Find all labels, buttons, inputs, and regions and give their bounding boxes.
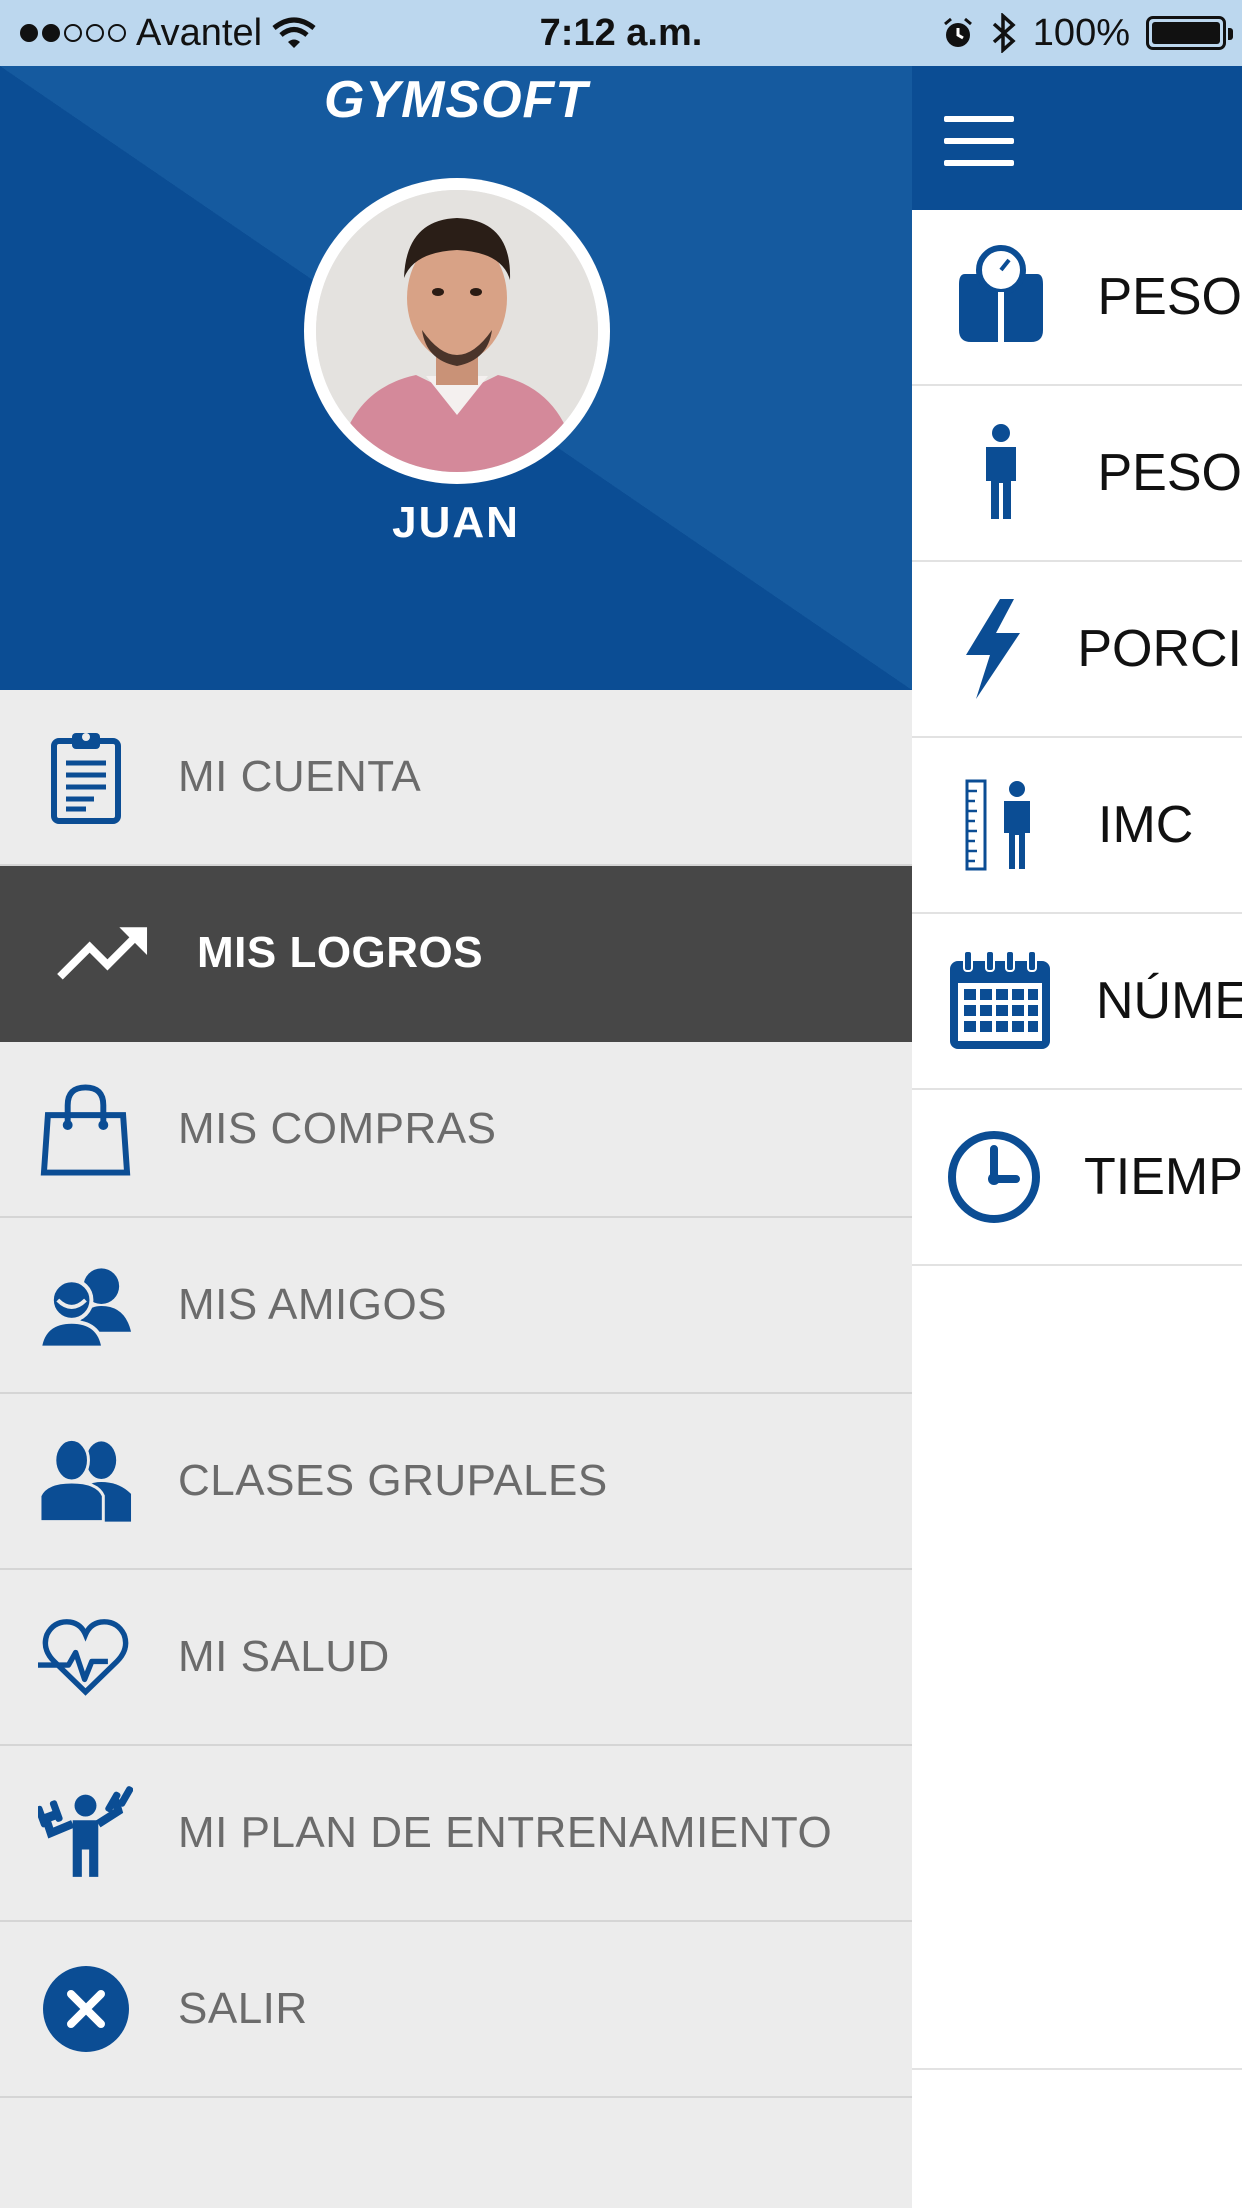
clock-icon [946,1122,1042,1232]
stat-row-number[interactable]: NÚME [912,914,1242,1090]
alarm-icon [943,17,972,47]
stat-row-percentage[interactable]: PORCI [912,562,1242,738]
group-icon [38,1434,133,1529]
signal-strength-icon [20,24,126,42]
menu-item-label: MIS COMPRAS [178,1104,497,1153]
stat-label: PESO [1097,268,1242,326]
stat-row-ideal-weight[interactable]: PESO [912,386,1242,562]
stats-list: PESO PESO PORCI IMC NÚME TIEMP [912,210,1242,1266]
menu-item-label: MI CUENTA [178,752,422,801]
menu-item-clases-grupales[interactable]: CLASES GRUPALES [0,1394,912,1570]
status-left: Avantel [20,0,316,66]
brand-logo: GYMSOFT [323,71,589,129]
menu-item-mi-plan-de-entrenamiento[interactable]: MI PLAN DE ENTRENAMIENTO [0,1746,912,1922]
hamburger-menu-icon[interactable] [944,116,1014,166]
close-circle-icon [38,1962,133,2057]
menu-item-mis-compras[interactable]: MIS COMPRAS [0,1042,912,1218]
shopping-bag-icon [38,1082,133,1177]
stat-row-time[interactable]: TIEMP [912,1090,1242,1266]
profile-photo [316,190,598,472]
divider [912,2068,1242,2070]
user-name: JUAN [392,498,520,547]
menu-item-label: SALIR [178,1984,308,2033]
menu-item-label: MI PLAN DE ENTRENAMIENTO [178,1808,833,1857]
menu-item-mi-cuenta[interactable]: MI CUENTA [0,690,912,866]
drawer-header: GYMSOFT JUAN [0,66,912,690]
stat-label: PESO [1097,444,1242,502]
menu-item-label: CLASES GRUPALES [178,1456,608,1505]
stat-row-weight[interactable]: PESO [912,210,1242,386]
dumbbell-person-icon [38,1786,133,1881]
person-icon [946,418,1056,528]
menu-item-mis-amigos[interactable]: MIS AMIGOS [0,1218,912,1394]
bluetooth-icon [992,13,1016,53]
top-app-bar [912,66,1242,210]
menu-item-mi-salud[interactable]: MI SALUD [0,1570,912,1746]
trend-up-icon [56,906,151,1001]
lightning-icon [946,594,1035,704]
carrier-name: Avantel [136,11,263,54]
drawer-menu: MI CUENTA MIS LOGROS MIS COMPRAS MIS AMI… [0,690,912,2098]
stat-label: PORCI [1077,620,1242,678]
menu-item-label: MIS LOGROS [197,928,484,977]
menu-item-label: MIS AMIGOS [178,1280,448,1329]
battery-percent: 100% [1032,11,1130,54]
stat-row-bmi[interactable]: IMC [912,738,1242,914]
heart-pulse-icon [38,1610,133,1705]
main-content: PESO PESO PORCI IMC NÚME TIEMP [912,66,1242,2208]
status-bar: Avantel 7:12 a.m. 100% [0,0,1242,66]
avatar[interactable] [304,178,610,484]
stat-label: NÚME [1096,972,1242,1030]
menu-item-salir[interactable]: SALIR [0,1922,912,2098]
clipboard-icon [38,730,133,825]
battery-icon [1146,16,1233,50]
status-right: 100% [941,0,1233,66]
calendar-icon [946,946,1054,1056]
stat-label: TIEMP [1084,1148,1242,1206]
menu-item-label: MI SALUD [178,1632,390,1681]
ruler-person-icon [946,770,1056,880]
friends-icon [38,1258,133,1353]
wifi-icon [272,17,316,48]
scale-icon [946,242,1056,352]
stat-label: IMC [1098,796,1194,854]
menu-item-mis-logros[interactable]: MIS LOGROS [0,866,912,1042]
navigation-drawer: GYMSOFT JUAN MI CUENTA MIS LOGROS MIS CO… [0,66,912,2208]
